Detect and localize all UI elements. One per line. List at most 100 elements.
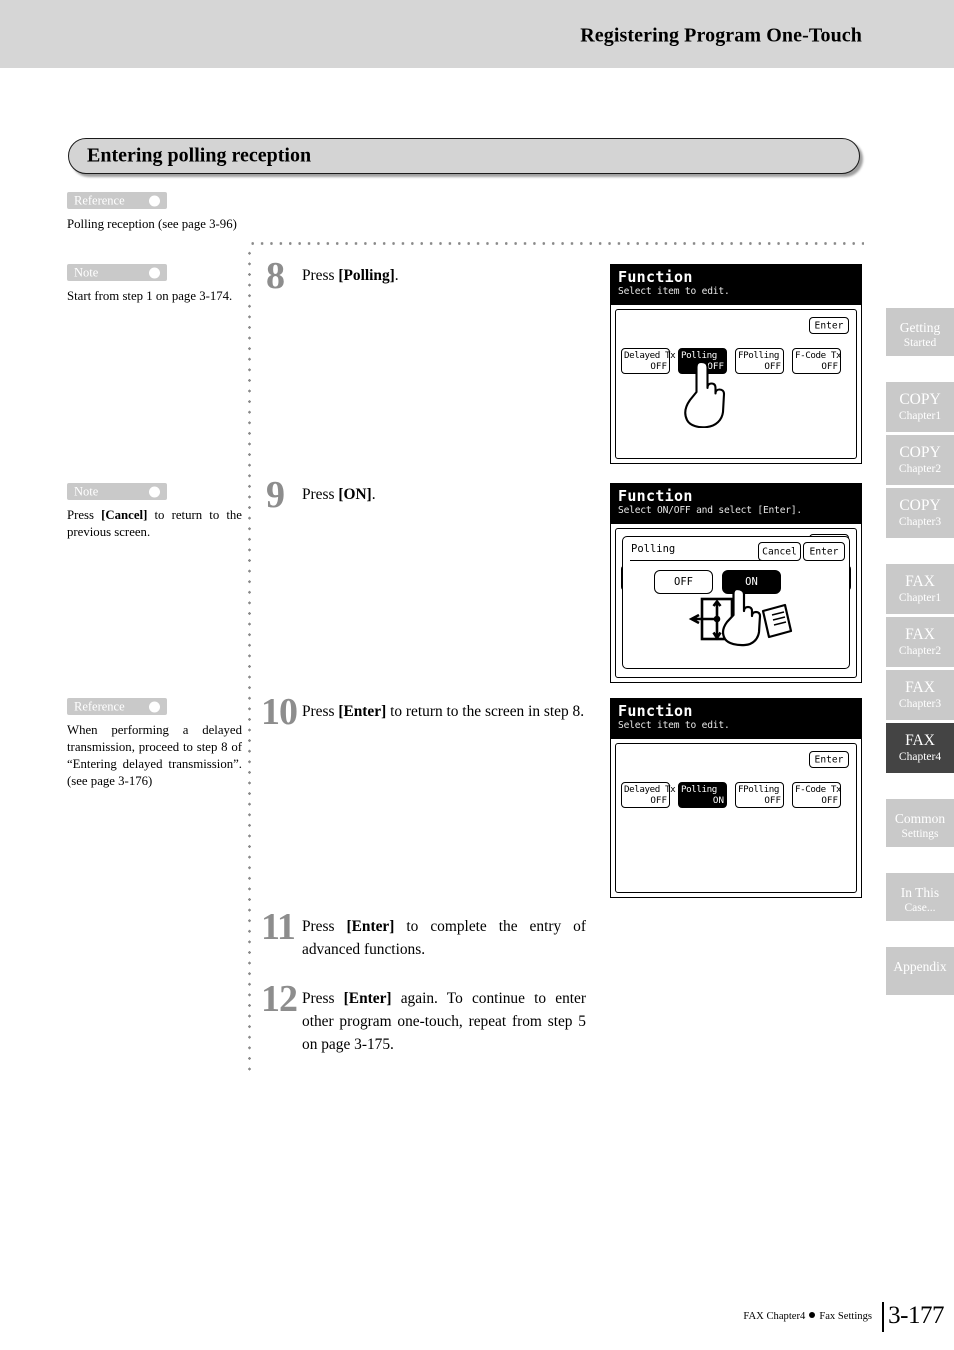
chapter-tab-common-settings[interactable]: Common Settings (886, 799, 954, 847)
step-key-label: [ON] (338, 486, 372, 503)
note-text-before: Press (67, 508, 102, 522)
chapter-tab-main-label: COPY (899, 444, 941, 461)
lcd-subtitle: Select item to edit. (618, 720, 730, 731)
step-key-label: [Enter] (338, 703, 387, 720)
chapter-tab-copy-chapter3[interactable]: COPY Chapter3 (886, 488, 954, 538)
chapter-tab-main-label: FAX (905, 679, 935, 696)
lcd-title: Function (618, 268, 693, 286)
lcd-key-fpolling[interactable]: FPolling OFF (735, 782, 784, 808)
lcd-key-f-code-tx[interactable]: F-Code Tx OFF (792, 348, 842, 374)
footer-chapter: FAX Chapter4 (743, 1311, 806, 1322)
chapter-tab-main-label: Common (894, 811, 946, 826)
chapter-tab-main-label: FAX (905, 626, 935, 643)
lcd-subtitle: Select item to edit. (618, 286, 730, 297)
step-number: 11 (261, 906, 296, 948)
dialog-option-off[interactable]: OFF (654, 570, 713, 594)
step-key-label: [Polling] (338, 267, 395, 284)
reference-tag: Reference (67, 192, 167, 209)
dialog-cancel-button[interactable]: Cancel (758, 542, 801, 561)
note-text: Press [Cancel] to return to the previous… (67, 507, 242, 541)
chapter-tab-appendix[interactable]: Appendix (886, 947, 954, 995)
chapter-tab-fax-chapter2[interactable]: FAX Chapter2 (886, 617, 954, 667)
step-text-before: Press (302, 918, 347, 935)
lcd-key-fpolling[interactable]: FPolling OFF (735, 348, 784, 374)
chapter-tab-sub-label: Settings (901, 828, 939, 840)
chapter-tab-copy-chapter1[interactable]: COPY Chapter1 (886, 382, 954, 432)
chapter-tab-getting-started[interactable]: Getting Started (886, 308, 954, 356)
footer-bullet-icon (809, 1312, 816, 1318)
chapter-tab-in-this-case[interactable]: In This Case... (886, 873, 954, 921)
chapter-tab-fax-chapter3[interactable]: FAX Chapter3 (886, 670, 954, 720)
chapter-tab-main-label: Appendix (893, 959, 947, 974)
step-text: Press [Polling]. (302, 264, 586, 287)
footer-divider (882, 1302, 884, 1332)
chapter-tab-copy-chapter2[interactable]: COPY Chapter2 (886, 435, 954, 485)
chapter-tab-main-label: Getting (899, 320, 941, 335)
lcd-key-delayed-tx[interactable]: Delayed Tx OFF (621, 782, 676, 808)
lcd-key-value: OFF (764, 361, 781, 372)
reference-block-polling: Reference Polling reception (see page 3-… (67, 192, 242, 233)
page-header: Registering Program One-Touch (0, 0, 954, 68)
pointing-hand-polling-icon (722, 587, 793, 647)
chapter-tab-main-label: COPY (899, 497, 941, 514)
note-block-cancel: Note Press [Cancel] to return to the pre… (67, 483, 242, 541)
lcd-panel-step10: Function Select item to edit. Enter Dela… (610, 698, 862, 898)
chapter-tab-rail: Getting Started COPY Chapter1 COPY Chapter2 CO… (886, 308, 954, 995)
lcd-key-polling[interactable]: Polling ON (678, 782, 727, 808)
reference-tag: Reference (67, 698, 167, 715)
tag-dot-icon (149, 701, 160, 712)
chapter-tab-main-label: COPY (899, 391, 941, 408)
step-text-before: Press (302, 486, 339, 503)
lcd-enter-button[interactable]: Enter (809, 751, 849, 768)
reference-tag-label: Reference (74, 699, 125, 713)
lcd-subtitle: Select ON/OFF and select [Enter]. (618, 505, 803, 516)
step-key-label: [Enter] (346, 918, 395, 935)
pointing-hand-icon (684, 360, 726, 428)
running-title: Registering Program One-Touch (580, 24, 862, 47)
lcd-header: Function Select item to edit. (611, 265, 861, 305)
footer-breadcrumb: FAX Chapter4 Fax Settings (743, 1311, 872, 1322)
chapter-tab-sub-label: Chapter1 (898, 410, 942, 422)
note-tag: Note (67, 264, 167, 281)
step-12: 12 Press [Enter] again. To continue to e… (261, 980, 586, 1056)
reference-text: When performing a delayed transmission, … (67, 723, 242, 788)
dialog-cancel-label: Cancel (762, 546, 797, 557)
chapter-tab-sub-label: Started (903, 337, 937, 349)
lcd-key-name: Delayed Tx (624, 784, 676, 795)
chapter-tab-fax-chapter1[interactable]: FAX Chapter1 (886, 564, 954, 614)
step-10: 10 Press [Enter] to return to the screen… (261, 693, 586, 731)
chapter-tab-sub-label: Chapter3 (898, 698, 942, 710)
tag-dot-icon (149, 267, 160, 278)
lcd-title: Function (618, 487, 693, 505)
step-text-after: . (371, 486, 376, 503)
reference-text: Polling reception (see page 3-96) (67, 217, 237, 231)
lcd-key-value: OFF (764, 795, 781, 806)
reference-block-delayed-tx: Reference When performing a delayed tran… (67, 698, 242, 790)
chapter-tab-sub-label: Chapter3 (898, 516, 942, 528)
lcd-enter-button[interactable]: Enter (809, 317, 849, 334)
lcd-key-f-code-tx[interactable]: F-Code Tx OFF (792, 782, 842, 808)
lcd-header: Function Select item to edit. (611, 699, 861, 739)
step-key-label: [Enter] (343, 990, 392, 1007)
lcd-panel-step8: Function Select item to edit. Enter Dela… (610, 264, 862, 464)
step-text-before: Press (302, 990, 344, 1007)
lcd-key-delayed-tx[interactable]: Delayed Tx OFF (621, 348, 676, 374)
chapter-tab-sub-label: Chapter2 (898, 645, 942, 657)
lcd-key-name: FPolling (738, 784, 780, 795)
section-title-banner: Entering polling reception (68, 138, 860, 174)
dialog-underline (630, 560, 778, 561)
lcd-key-name: F-Code Tx (795, 350, 842, 361)
page-number: 3-177 (888, 1302, 944, 1329)
footer-section: Fax Settings (819, 1311, 872, 1322)
dialog-title: Polling (631, 543, 676, 555)
step-text: Press [Enter] to return to the screen in… (302, 700, 586, 723)
dotted-divider-vertical (248, 248, 251, 1076)
note-tag: Note (67, 483, 167, 500)
lcd-title: Function (618, 702, 693, 720)
lcd-key-name: Delayed Tx (624, 350, 676, 361)
dialog-enter-button[interactable]: Enter (803, 542, 845, 561)
note-tag-label: Note (74, 484, 99, 498)
polling-dialog: Polling Cancel Enter OFF ON (622, 536, 850, 669)
chapter-tab-fax-chapter4[interactable]: FAX Chapter4 (886, 723, 954, 773)
lcd-panel-step9: Function Select ON/OFF and select [Enter… (610, 483, 862, 683)
